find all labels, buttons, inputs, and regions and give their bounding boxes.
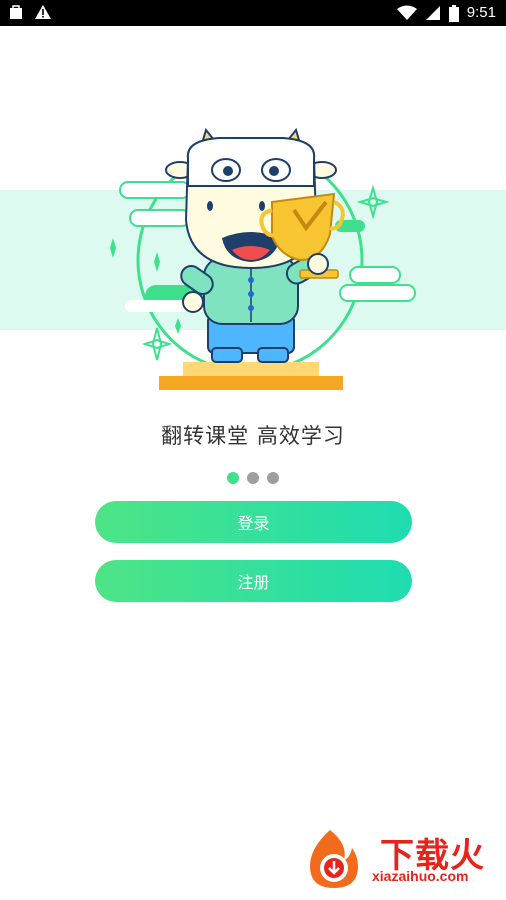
tagline: 翻转课堂 高效学习	[161, 424, 345, 448]
clock: 9:51	[466, 4, 496, 21]
warning-icon	[35, 5, 51, 19]
watermark-url: xiazaihuo.com	[372, 868, 469, 884]
page-dot[interactable]	[267, 472, 279, 484]
register-button[interactable]: 注册	[95, 560, 412, 602]
bag-icon	[10, 5, 22, 19]
flame-logo-icon	[310, 830, 358, 888]
wifi-icon	[396, 5, 417, 20]
page-dot-active[interactable]	[227, 472, 239, 484]
hero-illustration	[0, 110, 506, 410]
cow-mascot-illustration	[0, 127, 506, 390]
login-button[interactable]: 登录	[95, 501, 412, 543]
page-dot[interactable]	[247, 472, 259, 484]
battery-icon	[448, 4, 459, 22]
watermark-logo: 下载火 xiazaihuo.com	[300, 828, 500, 890]
signal-icon	[425, 6, 440, 20]
page-indicator	[0, 472, 506, 484]
status-bar: 9:51	[0, 0, 506, 26]
